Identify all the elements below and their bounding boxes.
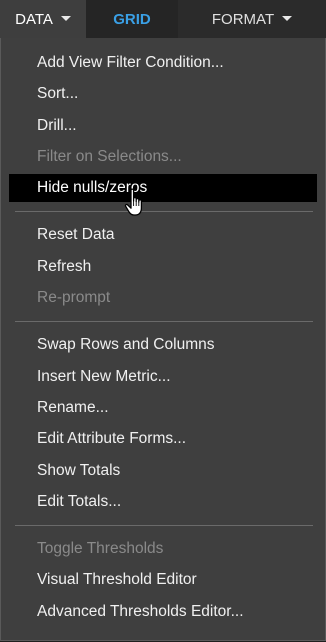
- menu-item-refresh[interactable]: Refresh: [37, 253, 91, 281]
- menu-separator: [15, 211, 313, 212]
- menu-item-add-view-filter-condition[interactable]: Add View Filter Condition...: [37, 49, 224, 77]
- menu-item-edit-totals[interactable]: Edit Totals...: [37, 488, 121, 516]
- menu-item-rename[interactable]: Rename...: [37, 394, 109, 422]
- hand-pointer-icon: [124, 188, 143, 216]
- toolbar-tabs: DATA GRID FORMAT: [0, 0, 326, 38]
- menu-item-reset-data[interactable]: Reset Data: [37, 221, 115, 249]
- menu-item-advanced-thresholds-editor[interactable]: Advanced Thresholds Editor...: [37, 598, 244, 626]
- tab-format[interactable]: FORMAT: [178, 0, 326, 38]
- menu-item-re-prompt: Re-prompt: [37, 289, 111, 306]
- menu-item-visual-threshold-editor[interactable]: Visual Threshold Editor: [37, 566, 197, 594]
- menu-item-insert-new-metric[interactable]: Insert New Metric...: [37, 363, 171, 391]
- menu-item-drill[interactable]: Drill...: [37, 112, 77, 140]
- data-dropdown-menu: Add View Filter Condition... Sort... Dri…: [0, 38, 326, 641]
- tab-format-label: FORMAT: [211, 11, 275, 28]
- tab-data[interactable]: DATA: [0, 0, 86, 38]
- menu-item-sort[interactable]: Sort...: [37, 80, 78, 108]
- tab-grid-label: GRID: [113, 11, 151, 28]
- menu-item-swap-rows-and-columns[interactable]: Swap Rows and Columns: [37, 331, 214, 359]
- menu-item-show-totals[interactable]: Show Totals: [37, 457, 120, 485]
- menu-item-hide-nulls-zeros[interactable]: Hide nulls/zeros: [9, 174, 317, 202]
- tab-grid[interactable]: GRID: [86, 0, 178, 38]
- caret-down-icon: [60, 15, 71, 21]
- menu-separator: [15, 525, 313, 526]
- menu-item-toggle-thresholds: Toggle Thresholds: [37, 540, 164, 557]
- tab-data-label: DATA: [15, 11, 53, 28]
- caret-down-icon: [282, 15, 293, 21]
- menu-separator: [15, 321, 313, 322]
- menu-item-edit-attribute-forms[interactable]: Edit Attribute Forms...: [37, 425, 186, 453]
- menu-item-filter-on-selections: Filter on Selections...: [37, 148, 182, 165]
